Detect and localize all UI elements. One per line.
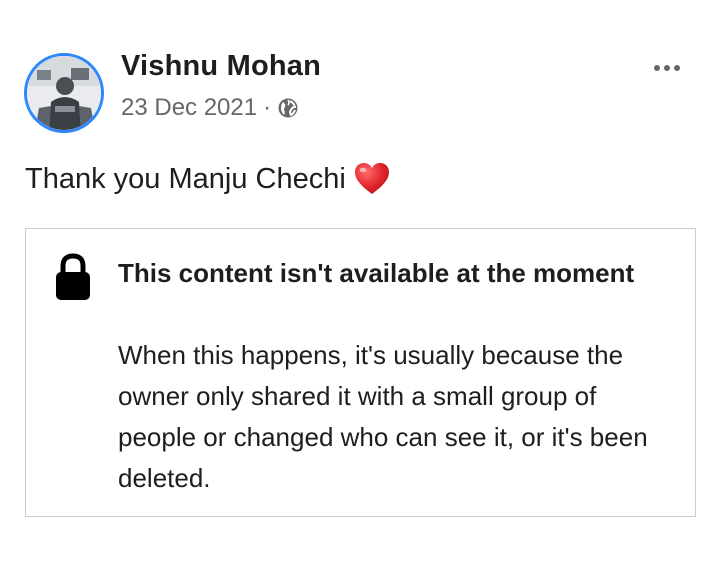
- meta-separator: ·: [263, 94, 272, 121]
- post-meta: 23 Dec 2021 ·: [121, 94, 299, 122]
- post-text: Thank you Manju Chechi: [25, 162, 346, 195]
- heart-icon: [354, 162, 390, 196]
- avatar-photo: [27, 56, 101, 130]
- post-date[interactable]: 23 Dec 2021: [121, 94, 257, 122]
- avatar[interactable]: [24, 53, 104, 133]
- globe-icon[interactable]: [277, 97, 299, 119]
- unavailable-description: When this happens, it's usually because …: [118, 340, 648, 493]
- post-message: Thank you Manju Chechi: [25, 162, 390, 196]
- more-options-button[interactable]: [645, 55, 689, 81]
- lock-icon: [54, 253, 92, 301]
- content-unavailable-card: This content isn't available at the mome…: [25, 228, 696, 517]
- author-name[interactable]: Vishnu Mohan: [121, 50, 321, 83]
- more-options-icon: [654, 65, 660, 71]
- facebook-post: Vishnu Mohan 23 Dec 2021 · Thank you Man…: [0, 0, 720, 567]
- unavailable-title: This content isn't available at the mome…: [118, 258, 635, 288]
